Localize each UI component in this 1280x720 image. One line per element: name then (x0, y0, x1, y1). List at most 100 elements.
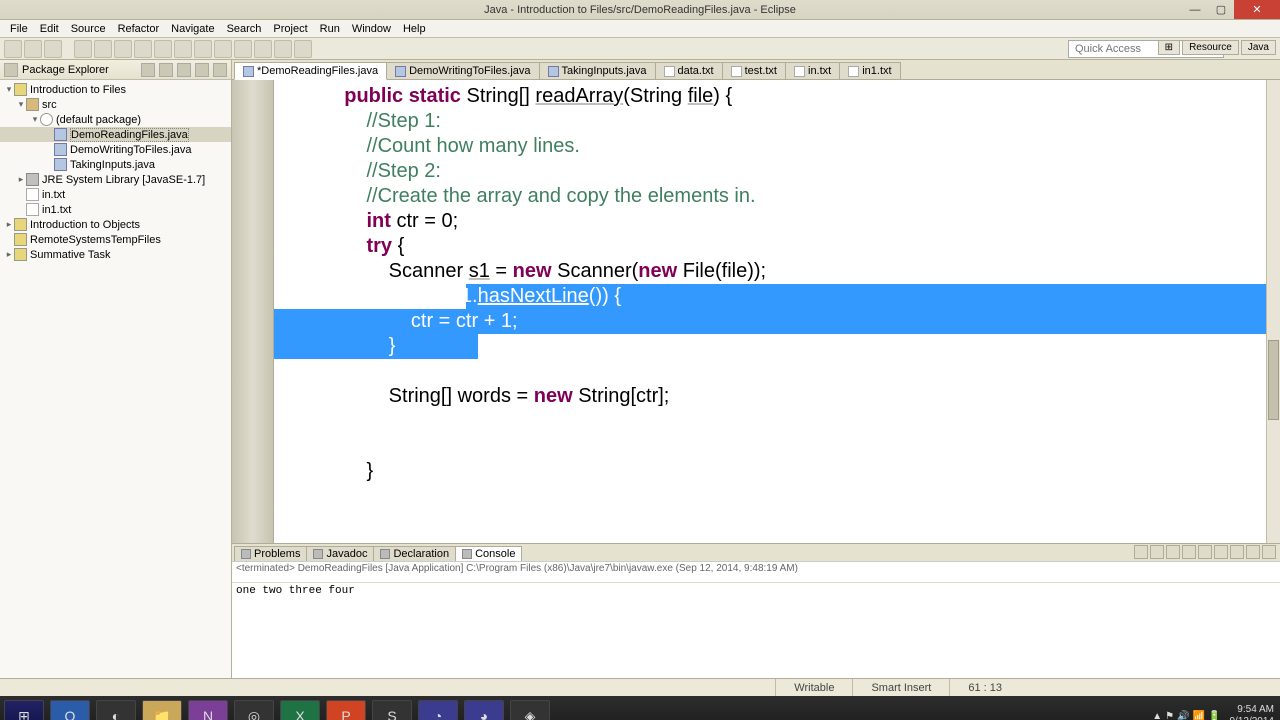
menu-source[interactable]: Source (65, 23, 112, 35)
tree-item[interactable]: ▸Summative Task (0, 247, 231, 262)
taskbar-eclipse2-icon[interactable]: ◕ (464, 700, 504, 720)
new-icon[interactable] (4, 40, 22, 58)
view-menu-icon[interactable] (177, 63, 191, 77)
minimize-button[interactable]: — (1182, 0, 1208, 19)
scroll-thumb[interactable] (1268, 340, 1279, 420)
pkg-icon (40, 113, 53, 126)
tree-item[interactable]: ▾src (0, 97, 231, 112)
bottom-tab-javadoc[interactable]: Javadoc (306, 546, 374, 561)
perspective-java[interactable]: Java (1241, 40, 1276, 55)
scroll-lock-icon[interactable] (1182, 545, 1196, 559)
collapse-all-icon[interactable] (141, 63, 155, 77)
save-all-icon[interactable] (44, 40, 62, 58)
taskbar-eclipse-icon[interactable]: ◔ (418, 700, 458, 720)
taskbar-misc-icon[interactable]: ◈ (510, 700, 550, 720)
taskbar-app-icon[interactable]: ◎ (234, 700, 274, 720)
tree-item[interactable]: TakingInputs.java (0, 157, 231, 172)
forward-icon[interactable] (294, 40, 312, 58)
tray-clock[interactable]: 9:54 AM 9/12/2014 (1230, 704, 1275, 720)
editor-tab[interactable]: in1.txt (839, 62, 900, 79)
bottom-tab-bar: ProblemsJavadocDeclarationConsole (232, 543, 1280, 561)
editor-tab[interactable]: data.txt (655, 62, 723, 79)
minimize-bottom-icon[interactable] (1246, 545, 1260, 559)
open-console-icon[interactable] (1230, 545, 1244, 559)
menu-window[interactable]: Window (346, 23, 397, 35)
close-button[interactable]: ✕ (1234, 0, 1280, 19)
tree-item[interactable]: in.txt (0, 187, 231, 202)
tree-item[interactable]: ▾(default package) (0, 112, 231, 127)
link-editor-icon[interactable] (159, 63, 173, 77)
tree-item[interactable]: RemoteSystemsTempFiles (0, 232, 231, 247)
java-icon (54, 143, 67, 156)
toggle-mark-icon[interactable] (214, 40, 232, 58)
menu-file[interactable]: File (4, 23, 34, 35)
taskbar-excel-icon[interactable]: X (280, 700, 320, 720)
open-perspective-button[interactable]: ⊞ (1158, 40, 1180, 55)
open-type-icon[interactable] (174, 40, 192, 58)
proj-icon (14, 218, 27, 231)
tree-item[interactable]: ▾Introduction to Files (0, 82, 231, 97)
bottom-tab-problems[interactable]: Problems (234, 546, 307, 561)
tree-item[interactable]: ▸JRE System Library [JavaSE-1.7] (0, 172, 231, 187)
pin-console-icon[interactable] (1198, 545, 1212, 559)
editor-tab[interactable]: test.txt (722, 62, 786, 79)
debug-icon[interactable] (74, 40, 92, 58)
next-annotation-icon[interactable] (234, 40, 252, 58)
file-icon (794, 66, 805, 77)
taskbar-outlook-icon[interactable]: O (50, 700, 90, 720)
code-editor[interactable]: public static String[] readArray(String … (232, 80, 1280, 543)
start-button[interactable]: ⊞ (4, 700, 44, 720)
menu-refactor[interactable]: Refactor (112, 23, 166, 35)
src-icon (26, 98, 39, 111)
new-package-icon[interactable] (134, 40, 152, 58)
taskbar-explorer-icon[interactable]: 📁 (142, 700, 182, 720)
menu-project[interactable]: Project (267, 23, 313, 35)
bottom-tab-console[interactable]: Console (455, 546, 522, 561)
bottom-tab-declaration[interactable]: Declaration (373, 546, 456, 561)
tree-item[interactable]: DemoWritingToFiles.java (0, 142, 231, 157)
search-icon[interactable] (194, 40, 212, 58)
editor-tab[interactable]: TakingInputs.java (539, 62, 656, 79)
editor-tab[interactable]: *DemoReadingFiles.java (234, 62, 387, 80)
maximize-bottom-icon[interactable] (1262, 545, 1276, 559)
display-selected-icon[interactable] (1214, 545, 1228, 559)
project-tree[interactable]: ▾Introduction to Files▾src▾(default pack… (0, 80, 231, 678)
menu-navigate[interactable]: Navigate (165, 23, 220, 35)
back-icon[interactable] (274, 40, 292, 58)
perspective-resource[interactable]: Resource (1182, 40, 1239, 55)
window-title: Java - Introduction to Files/src/DemoRea… (484, 4, 796, 16)
run-last-icon[interactable] (114, 40, 132, 58)
save-icon[interactable] (24, 40, 42, 58)
vertical-scrollbar[interactable] (1266, 80, 1280, 543)
taskbar-powerpoint-icon[interactable]: P (326, 700, 366, 720)
maximize-view-icon[interactable] (213, 63, 227, 77)
tray-icons[interactable]: ▲⚑🔊📶🔋 (1152, 711, 1223, 720)
maximize-button[interactable]: ▢ (1208, 0, 1234, 19)
tree-item[interactable]: DemoReadingFiles.java (0, 127, 231, 142)
remove-all-icon[interactable] (1150, 545, 1164, 559)
package-explorer-view: Package Explorer ▾Introduction to Files▾… (0, 60, 232, 678)
taskbar-chrome-icon[interactable]: ◐ (96, 700, 136, 720)
new-class-icon[interactable] (154, 40, 172, 58)
tree-item[interactable]: ▸Introduction to Objects (0, 217, 231, 232)
menu-edit[interactable]: Edit (34, 23, 65, 35)
remove-launch-icon[interactable] (1134, 545, 1148, 559)
menu-run[interactable]: Run (314, 23, 346, 35)
taskbar-smart-icon[interactable]: S (372, 700, 412, 720)
menu-search[interactable]: Search (221, 23, 268, 35)
clear-console-icon[interactable] (1166, 545, 1180, 559)
taskbar-onenote-icon[interactable]: N (188, 700, 228, 720)
console-output[interactable]: one two three four (232, 582, 1280, 678)
proj-icon (14, 248, 27, 261)
prev-annotation-icon[interactable] (254, 40, 272, 58)
tree-item[interactable]: in1.txt (0, 202, 231, 217)
run-icon[interactable] (94, 40, 112, 58)
file-icon (848, 66, 859, 77)
minimize-view-icon[interactable] (195, 63, 209, 77)
view-title: Package Explorer (22, 64, 137, 76)
menu-help[interactable]: Help (397, 23, 432, 35)
main-toolbar: ⊞ Resource Java (0, 38, 1280, 60)
console-launch-label: <terminated> DemoReadingFiles [Java Appl… (232, 561, 1280, 582)
editor-tab[interactable]: in.txt (785, 62, 840, 79)
editor-tab[interactable]: DemoWritingToFiles.java (386, 62, 539, 79)
